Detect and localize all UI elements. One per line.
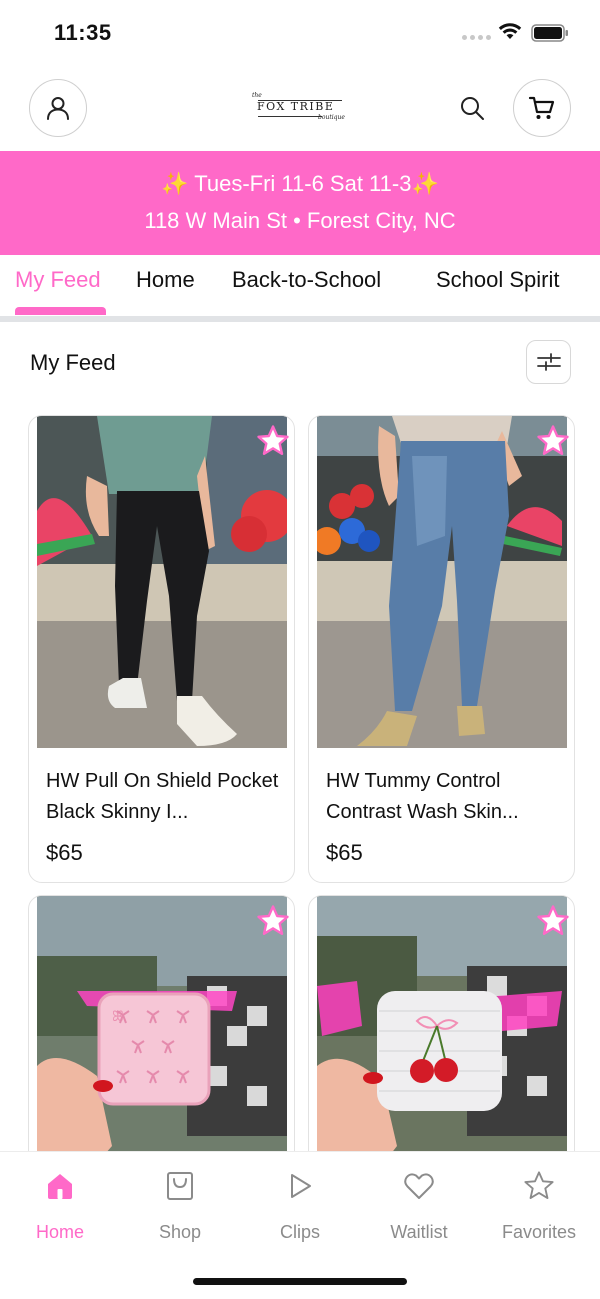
search-button[interactable] <box>456 92 488 124</box>
shopping-bag-icon <box>167 1172 193 1200</box>
cart-icon <box>528 96 555 119</box>
favorite-star-icon[interactable] <box>256 424 290 458</box>
black-skinny-jeans-photo <box>37 416 287 748</box>
home-indicator-bar[interactable] <box>193 1278 407 1285</box>
nav-waitlist-label: Waitlist <box>390 1222 448 1242</box>
nav-clips[interactable]: Clips <box>250 1168 350 1243</box>
nav-home-label: Home <box>35 1222 84 1242</box>
nav-favorites[interactable]: Favorites <box>489 1168 589 1243</box>
product-price: $65 <box>326 840 363 865</box>
search-icon <box>461 97 484 120</box>
nav-shop[interactable]: Shop <box>130 1168 230 1243</box>
contrast-wash-jeans-photo <box>317 416 567 748</box>
signal-dots-icon <box>462 35 491 40</box>
active-tab-indicator <box>15 307 106 315</box>
category-tabs: My Feed Home Back-to-School School Spiri… <box>0 255 600 323</box>
tab-back-to-school[interactable]: Back-to-School <box>232 267 381 293</box>
cart-button[interactable] <box>513 79 571 137</box>
product-image[interactable] <box>37 416 287 748</box>
sliders-icon <box>536 353 561 371</box>
store-hours-text: ✨ Tues-Fri 11-6 Sat 11-3✨ <box>161 171 439 196</box>
star-icon <box>524 1171 554 1199</box>
product-card[interactable] <box>308 895 575 1195</box>
product-price: $65 <box>46 840 83 865</box>
battery-icon <box>531 24 568 42</box>
promo-banner[interactable]: ✨ Tues-Fri 11-6 Sat 11-3✨ 118 W Main St … <box>0 151 600 255</box>
logo-text: FOX TRIBE <box>257 100 335 113</box>
nav-shop-label: Shop <box>158 1222 202 1242</box>
logo-small-top: the <box>252 92 262 99</box>
status-time: 11:35 <box>54 20 112 45</box>
product-name[interactable]: HW Tummy Control Contrast Wash Skin... <box>326 766 561 828</box>
nav-clips-label: Clips <box>279 1222 320 1242</box>
product-card[interactable]: HW Tummy Control Contrast Wash Skin... $… <box>308 415 575 883</box>
bottom-tab-bar: Home Shop Clips Waitlist Favorites <box>0 1151 600 1299</box>
product-image[interactable] <box>317 416 567 748</box>
tabs-divider <box>0 316 600 322</box>
wifi-icon <box>498 23 522 39</box>
section-title: My Feed <box>30 350 116 375</box>
nav-home[interactable]: Home <box>10 1168 110 1243</box>
status-bar: 11:35 <box>0 0 600 66</box>
tab-school-spirit[interactable]: School Spirit <box>436 267 560 293</box>
logo-small-bottom: boutique <box>318 114 345 121</box>
favorite-star-icon[interactable] <box>536 904 570 938</box>
product-card[interactable]: ꕤ <box>28 895 295 1195</box>
tab-home[interactable]: Home <box>136 267 195 293</box>
heart-icon <box>404 1173 434 1199</box>
home-icon <box>48 1174 72 1199</box>
account-button[interactable] <box>29 79 87 137</box>
play-icon <box>291 1174 311 1198</box>
favorite-star-icon[interactable] <box>256 904 290 938</box>
filter-button[interactable] <box>526 340 571 384</box>
app-header: the FOX TRIBE boutique <box>0 72 600 144</box>
store-address-text: 118 W Main St • Forest City, NC <box>144 208 456 233</box>
favorite-star-icon[interactable] <box>536 424 570 458</box>
tab-my-feed[interactable]: My Feed <box>15 267 101 293</box>
product-name[interactable]: HW Pull On Shield Pocket Black Skinny I.… <box>46 766 281 828</box>
nav-favorites-label: Favorites <box>501 1222 577 1242</box>
brand-logo[interactable]: the FOX TRIBE boutique <box>252 92 345 124</box>
nav-waitlist[interactable]: Waitlist <box>369 1168 469 1243</box>
user-icon <box>47 97 69 120</box>
product-card[interactable]: HW Pull On Shield Pocket Black Skinny I.… <box>28 415 295 883</box>
